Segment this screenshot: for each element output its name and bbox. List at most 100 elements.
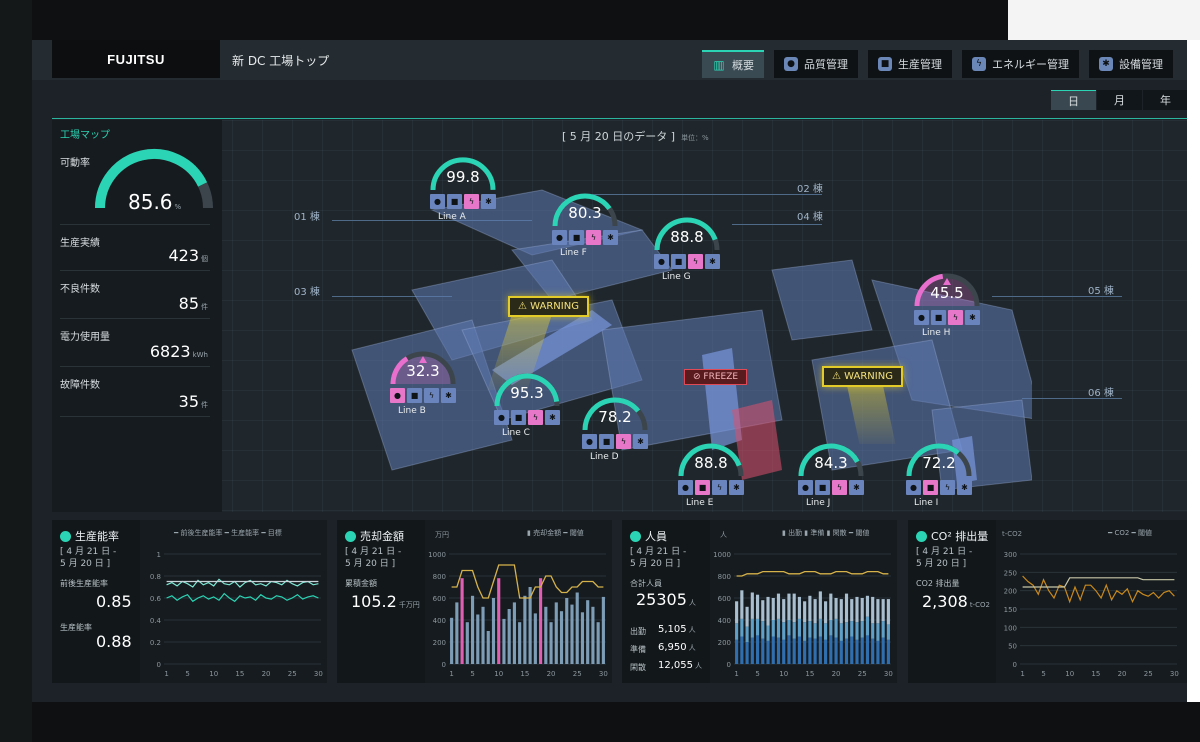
line-gauge-line-a[interactable]: 99.8 ● ■ ϟ ✱ Line A — [428, 152, 498, 222]
gear-icon[interactable]: ✱ — [957, 480, 972, 495]
bar — [497, 578, 501, 664]
gear-icon[interactable]: ✱ — [545, 410, 560, 425]
bar-segment — [839, 640, 843, 664]
line-gauge-line-i[interactable]: 72.2 ● ■ ϟ ✱ Line I — [904, 438, 974, 508]
person-icon[interactable]: ● — [390, 388, 405, 403]
warning-badge[interactable]: ⚠ WARNING — [508, 296, 589, 317]
line-name: Line B — [398, 406, 426, 416]
gear-icon[interactable]: ✱ — [729, 480, 744, 495]
tab-equipment[interactable]: ✱ 設備管理 — [1089, 50, 1173, 78]
kpi-panel-title: 工場マップ — [60, 130, 110, 141]
bar — [491, 598, 496, 664]
card-title: 生産能率 — [60, 528, 119, 544]
person-icon[interactable]: ● — [494, 410, 509, 425]
person-icon[interactable]: ● — [914, 310, 929, 325]
person-icon[interactable]: ● — [678, 480, 693, 495]
bar-segment — [886, 639, 890, 664]
person-icon[interactable]: ● — [430, 194, 445, 209]
bar-segment — [776, 618, 781, 638]
person-icon[interactable]: ● — [582, 434, 597, 449]
bar-segment — [824, 623, 828, 640]
operating-rate-label: 可動率 — [60, 158, 90, 169]
period-day-button[interactable]: 日 — [1051, 90, 1096, 110]
bar-segment — [797, 618, 801, 637]
x-tick-label: 10 — [1065, 670, 1074, 678]
box-icon[interactable]: ■ — [695, 480, 710, 495]
gear-icon[interactable]: ✱ — [481, 194, 496, 209]
bar-segment — [792, 622, 796, 639]
line-gauge-line-j[interactable]: 84.3 ● ■ ϟ ✱ Line J — [796, 438, 866, 508]
bar-segment — [813, 638, 817, 664]
gear-icon[interactable]: ✱ — [705, 254, 720, 269]
y-tick-label: 800 — [718, 573, 731, 581]
box-icon[interactable]: ■ — [923, 480, 938, 495]
box-icon[interactable]: ■ — [671, 254, 686, 269]
bar-segment — [755, 618, 760, 636]
lightning-icon[interactable]: ϟ — [940, 480, 955, 495]
card-date-range: [ 4 月 21 日 - 5 月 20 日 ] — [60, 547, 117, 569]
line-gauge-line-g[interactable]: 88.8 ● ■ ϟ ✱ Line G — [652, 212, 722, 282]
tab-quality[interactable]: ● 品質管理 — [774, 50, 858, 78]
tab-production[interactable]: ■ 生産管理 — [868, 50, 952, 78]
staff-row-label: 閑散 — [630, 663, 646, 672]
lightning-icon[interactable]: ϟ — [528, 410, 543, 425]
person-icon[interactable]: ● — [654, 254, 669, 269]
fujitsu-logo: FUJITSU — [52, 40, 220, 78]
box-icon[interactable]: ■ — [407, 388, 422, 403]
lightning-icon[interactable]: ϟ — [424, 388, 439, 403]
lightning-icon[interactable]: ϟ — [712, 480, 727, 495]
warning-badge[interactable]: ⚠ WARNING — [822, 366, 903, 387]
box-icon[interactable]: ■ — [931, 310, 946, 325]
line-value: 45.5 — [930, 284, 964, 302]
box-icon[interactable]: ■ — [569, 230, 584, 245]
line-gauge-line-h[interactable]: 45.5 ● ■ ϟ ✱ Line H — [912, 268, 982, 338]
x-tick-label: 20 — [547, 670, 556, 678]
x-tick-label: 20 — [262, 670, 271, 678]
card-title: 人員 — [630, 528, 667, 544]
period-year-button[interactable]: 年 — [1143, 90, 1187, 110]
tab-overview[interactable]: ▥ 概要 — [702, 50, 764, 78]
gear-icon[interactable]: ✱ — [441, 388, 456, 403]
line-gauge-line-b[interactable]: 32.3 ● ■ ϟ ✱ Line B — [388, 346, 458, 416]
lightning-icon[interactable]: ϟ — [832, 480, 847, 495]
x-tick-label: 5 — [185, 670, 189, 678]
period-month-button[interactable]: 月 — [1097, 90, 1142, 110]
gear-icon[interactable]: ✱ — [633, 434, 648, 449]
axis-unit: 万円 — [435, 531, 449, 539]
failure-value: 35 件 — [178, 392, 208, 411]
line-status-icons: ● ■ ϟ ✱ — [906, 480, 972, 495]
y-tick-label: 0.4 — [150, 617, 162, 625]
prev-productivity-value: 0.85 — [96, 592, 132, 611]
period-selector: 日 月 年 — [1050, 90, 1187, 110]
gear-icon[interactable]: ✱ — [603, 230, 618, 245]
lightning-icon[interactable]: ϟ — [586, 230, 601, 245]
lightning-icon[interactable]: ϟ — [948, 310, 963, 325]
bar-segment — [735, 639, 739, 664]
window-frame-left — [0, 0, 32, 742]
line-gauge-line-e[interactable]: 88.8 ● ■ ϟ ✱ Line E — [676, 438, 746, 508]
bar-segment — [745, 626, 749, 642]
box-icon[interactable]: ■ — [599, 434, 614, 449]
card-title: CO² 排出量 — [916, 528, 988, 544]
gear-icon[interactable]: ✱ — [965, 310, 980, 325]
person-icon[interactable]: ● — [552, 230, 567, 245]
tab-energy[interactable]: ϟ エネルギー管理 — [962, 50, 1079, 78]
x-tick-label: 30 — [599, 670, 608, 678]
line-gauge-line-d[interactable]: 78.2 ● ■ ϟ ✱ Line D — [580, 392, 650, 462]
person-icon[interactable]: ● — [798, 480, 813, 495]
prev-productivity-label: 前後生産能率 — [60, 579, 108, 588]
gear-icon[interactable]: ✱ — [849, 480, 864, 495]
bar — [481, 606, 485, 664]
person-icon[interactable]: ● — [906, 480, 921, 495]
box-icon[interactable]: ■ — [511, 410, 526, 425]
x-tick-label: 10 — [209, 670, 218, 678]
line-gauge-line-f[interactable]: 80.3 ● ■ ϟ ✱ Line F — [550, 188, 620, 258]
lightning-icon[interactable]: ϟ — [616, 434, 631, 449]
line-gauge-line-c[interactable]: 95.3 ● ■ ϟ ✱ Line C — [492, 368, 562, 438]
lightning-icon[interactable]: ϟ — [464, 194, 479, 209]
lightning-icon[interactable]: ϟ — [688, 254, 703, 269]
freeze-badge[interactable]: ⊘ FREEZE — [684, 369, 748, 385]
box-icon[interactable]: ■ — [447, 194, 462, 209]
line-status-icons: ● ■ ϟ ✱ — [494, 410, 560, 425]
box-icon[interactable]: ■ — [815, 480, 830, 495]
